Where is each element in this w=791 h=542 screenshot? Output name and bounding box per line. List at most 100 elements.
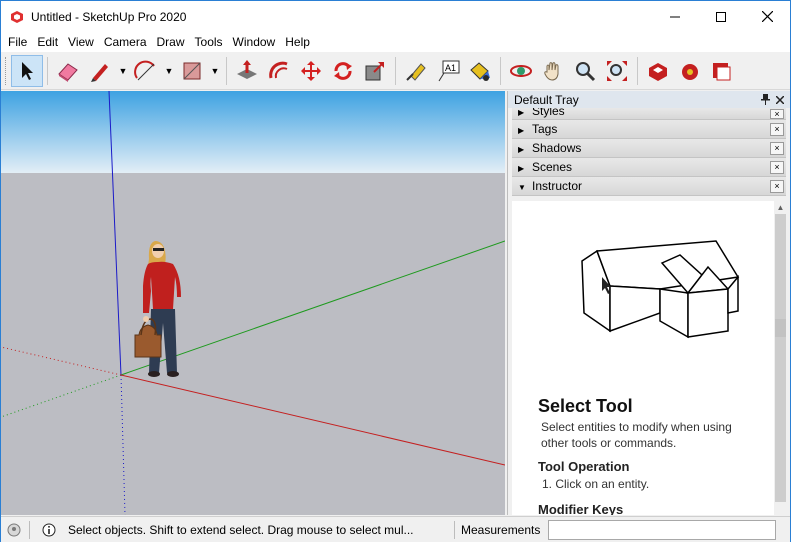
menu-file[interactable]: File bbox=[3, 32, 32, 52]
panel-tags[interactable]: ▶ Tags × bbox=[512, 120, 786, 139]
caret-down-icon: ▼ bbox=[210, 65, 220, 76]
maximize-icon bbox=[716, 11, 726, 22]
scroll-up-button[interactable]: ▲ bbox=[774, 201, 787, 214]
instructor-content: Select Tool Select entities to modify wh… bbox=[512, 201, 774, 515]
instructor-title: Select Tool bbox=[538, 396, 633, 416]
drawing-viewport[interactable] bbox=[1, 91, 505, 515]
tool-operation-step: 1. Click on an entity. bbox=[542, 477, 650, 491]
sketchup-window: Untitled - SketchUp Pro 2020 File Edit V… bbox=[0, 0, 791, 542]
panel-shadows[interactable]: ▶ Shadows × bbox=[512, 139, 786, 158]
zoom-extents-tool-button[interactable] bbox=[601, 55, 633, 87]
scroll-track[interactable] bbox=[775, 214, 786, 502]
offset-icon bbox=[269, 61, 288, 78]
toolbar-separator bbox=[637, 56, 638, 85]
pencil-dropdown[interactable]: ▼ bbox=[116, 55, 130, 87]
move-arrows-icon bbox=[301, 60, 321, 81]
measurements-label: Measurements bbox=[461, 522, 541, 537]
info-icon bbox=[42, 523, 56, 536]
minimize-button[interactable] bbox=[652, 1, 698, 32]
rotate-tool-button[interactable] bbox=[327, 55, 359, 87]
menu-draw[interactable]: Draw bbox=[152, 32, 190, 52]
scale-tool-button[interactable] bbox=[359, 55, 391, 87]
instructor-scrollbar[interactable]: ▲ bbox=[774, 201, 787, 515]
push-pull-tool-button[interactable] bbox=[231, 55, 263, 87]
orbit-icon bbox=[510, 64, 532, 77]
scene-canvas bbox=[1, 91, 505, 515]
geo-location-icon bbox=[7, 523, 21, 536]
menu-window[interactable]: Window bbox=[228, 32, 281, 52]
tape-measure-tool-button[interactable] bbox=[400, 55, 432, 87]
paint-bucket-icon bbox=[470, 61, 490, 81]
tray-close-icon[interactable] bbox=[776, 95, 784, 104]
panel-close-button[interactable]: × bbox=[770, 122, 784, 136]
arrow-cursor-icon bbox=[22, 61, 33, 80]
orbit-tool-button[interactable] bbox=[505, 55, 537, 87]
sketchup-logo-icon bbox=[11, 10, 23, 23]
menu-bar: File Edit View Camera Draw Tools Window … bbox=[1, 32, 790, 52]
expand-triangle-icon: ▶ bbox=[518, 164, 525, 173]
instructor-toggle-button[interactable] bbox=[40, 521, 58, 539]
rectangle-tool-button[interactable] bbox=[176, 55, 208, 87]
panel-label: Shadows bbox=[532, 141, 582, 155]
minimize-icon bbox=[670, 16, 680, 17]
title-bar: Untitled - SketchUp Pro 2020 bbox=[1, 1, 790, 32]
eraser-tool-button[interactable] bbox=[52, 55, 84, 87]
offset-tool-button[interactable] bbox=[263, 55, 295, 87]
select-tool-button[interactable] bbox=[11, 54, 43, 87]
push-pull-icon bbox=[237, 59, 257, 79]
rotate-icon bbox=[334, 61, 352, 80]
text-tool-button[interactable]: A1 bbox=[432, 55, 464, 87]
text-label-icon: A1 bbox=[438, 60, 460, 81]
geo-location-button[interactable] bbox=[5, 521, 23, 539]
layout-tool-button[interactable] bbox=[706, 55, 738, 87]
panel-scenes[interactable]: ▶ Scenes × bbox=[512, 158, 786, 177]
pencil-tool-button[interactable] bbox=[84, 55, 116, 87]
sky bbox=[1, 91, 505, 173]
paint-bucket-tool-button[interactable] bbox=[464, 55, 496, 87]
arc-tool-button[interactable] bbox=[130, 55, 162, 87]
panel-close-button[interactable]: × bbox=[770, 160, 784, 174]
move-tool-button[interactable] bbox=[295, 55, 327, 87]
3d-warehouse-icon bbox=[649, 62, 667, 81]
toolbar-separator bbox=[500, 56, 501, 85]
extension-warehouse-tool-button[interactable] bbox=[674, 55, 706, 87]
pan-tool-button[interactable] bbox=[537, 55, 569, 87]
menu-edit[interactable]: Edit bbox=[32, 32, 63, 52]
scroll-thumb[interactable] bbox=[775, 319, 786, 337]
rectangle-icon bbox=[183, 62, 201, 79]
close-button[interactable] bbox=[744, 1, 790, 32]
panel-close-button[interactable]: × bbox=[770, 179, 784, 193]
window-title: Untitled - SketchUp Pro 2020 bbox=[31, 9, 187, 24]
panel-instructor[interactable]: ▼ Instructor × bbox=[512, 177, 786, 196]
menu-view[interactable]: View bbox=[63, 32, 99, 52]
panel-close-button[interactable]: × bbox=[770, 109, 784, 119]
panel-label: Scenes bbox=[532, 160, 573, 174]
menu-camera[interactable]: Camera bbox=[99, 32, 152, 52]
panel-label: Tags bbox=[532, 122, 558, 136]
instructor-description: Select entities to modify when using oth… bbox=[541, 420, 732, 450]
default-tray: Default Tray ▶ Styles × ▶ Tags × ▶ Shadows … bbox=[507, 91, 790, 515]
panel-header-scenes: ▶ Scenes bbox=[518, 160, 572, 174]
menu-help[interactable]: Help bbox=[280, 32, 315, 52]
zoom-tool-button[interactable] bbox=[569, 55, 601, 87]
rectangle-dropdown[interactable]: ▼ bbox=[208, 55, 222, 87]
maximize-button[interactable] bbox=[698, 1, 744, 32]
status-bar: Select objects. Shift to extend select. … bbox=[1, 516, 790, 542]
toolbar-separator bbox=[47, 56, 48, 85]
panel-label: Instructor bbox=[532, 179, 583, 193]
expand-triangle-icon: ▶ bbox=[518, 126, 525, 135]
magnifier-icon bbox=[576, 61, 596, 81]
panel-close-button[interactable]: × bbox=[770, 141, 784, 155]
panel-styles[interactable]: ▶ Styles × bbox=[512, 108, 786, 120]
layout-icon bbox=[713, 62, 731, 80]
tape-measure-icon bbox=[406, 62, 426, 81]
scale-icon bbox=[365, 61, 384, 80]
menu-tools[interactable]: Tools bbox=[190, 32, 228, 52]
toolbar-grip[interactable] bbox=[5, 56, 8, 85]
collapse-triangle-icon: ▼ bbox=[518, 183, 526, 192]
pin-icon[interactable] bbox=[761, 94, 770, 105]
close-icon bbox=[761, 11, 773, 22]
measurements-input[interactable] bbox=[548, 519, 777, 540]
arc-dropdown[interactable]: ▼ bbox=[162, 55, 176, 87]
warehouse-tool-button[interactable] bbox=[642, 55, 674, 87]
